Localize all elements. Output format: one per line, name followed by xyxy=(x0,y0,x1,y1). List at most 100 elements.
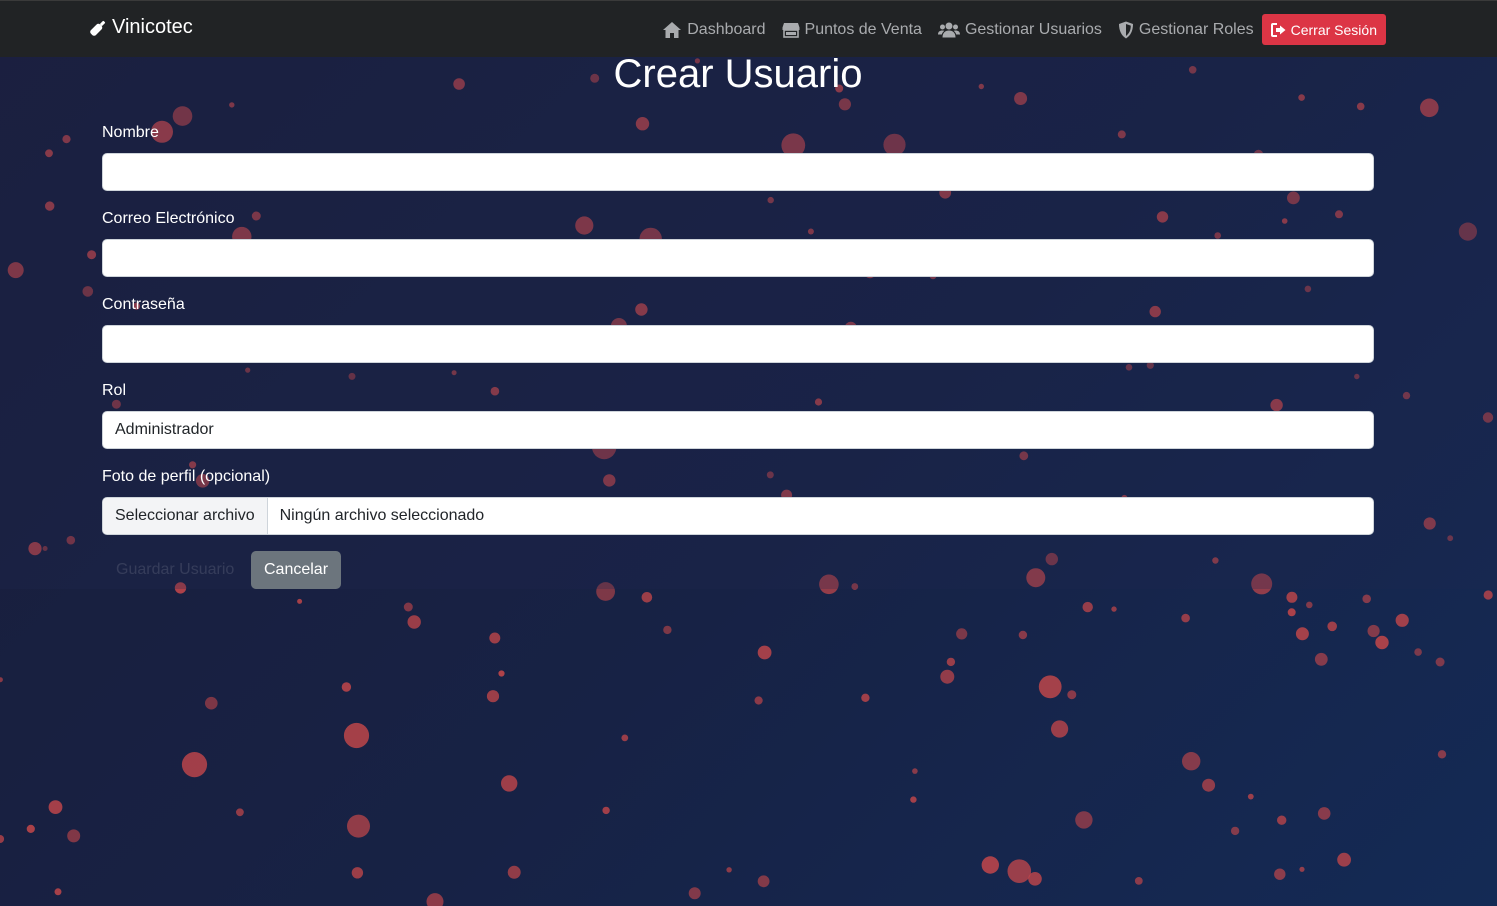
sign-out-icon xyxy=(1270,22,1286,37)
brand-name: Vinicotec xyxy=(112,16,193,38)
particle xyxy=(663,625,672,635)
wine-bottle-icon xyxy=(90,20,106,36)
particle xyxy=(1181,613,1190,623)
particle xyxy=(1075,811,1093,829)
save-user-button[interactable]: Guardar Usuario xyxy=(102,551,248,589)
particle xyxy=(1274,868,1286,880)
contrasena-input[interactable] xyxy=(102,325,1374,363)
users-icon xyxy=(937,22,960,37)
nav-dashboard-label: Dashboard xyxy=(687,20,766,38)
particle xyxy=(602,806,610,815)
particle xyxy=(297,598,303,604)
particle xyxy=(1306,601,1313,609)
particle xyxy=(343,722,370,749)
particle xyxy=(1028,872,1042,886)
particle xyxy=(1111,606,1117,612)
particle xyxy=(757,645,772,660)
particle xyxy=(1134,877,1143,885)
particle xyxy=(181,752,208,778)
rol-selected-value: Administrador xyxy=(115,421,214,438)
nav-gestionar-roles[interactable]: Gestionar Roles xyxy=(1118,15,1254,45)
shield-icon xyxy=(1118,21,1133,38)
nav-dashboard[interactable]: Dashboard xyxy=(662,15,766,45)
particle xyxy=(1082,601,1093,613)
particle xyxy=(507,865,521,879)
particle xyxy=(236,808,244,817)
particle xyxy=(351,867,364,879)
nombre-label: Nombre xyxy=(102,124,159,141)
particle xyxy=(1286,591,1298,603)
particle xyxy=(641,592,653,603)
logout-button[interactable]: Cerrar Sesión xyxy=(1261,14,1386,45)
particle xyxy=(910,796,917,803)
nav-usuarios-label: Gestionar Usuarios xyxy=(964,20,1102,38)
foto-file-input[interactable]: Seleccionar archivo Ningún archivo selec… xyxy=(102,497,1374,535)
file-status: Ningún archivo seleccionado xyxy=(279,507,485,524)
particle xyxy=(861,693,870,702)
particle xyxy=(1435,657,1445,667)
rol-label: Rol xyxy=(102,382,127,399)
particle xyxy=(1247,793,1254,800)
particle xyxy=(1051,720,1069,738)
particle xyxy=(486,690,500,703)
particle xyxy=(347,814,370,838)
particle xyxy=(1295,627,1309,641)
particle xyxy=(1202,778,1216,792)
particle xyxy=(0,835,5,843)
particle xyxy=(0,677,3,683)
choose-file-button[interactable]: Seleccionar archivo xyxy=(103,498,268,534)
foto-label: Foto de perfil (opcional) xyxy=(102,468,271,485)
nav-gestionar-usuarios[interactable]: Gestionar Usuarios xyxy=(937,15,1102,45)
contrasena-label: Contraseña xyxy=(102,296,185,313)
particle xyxy=(1277,815,1287,825)
rol-select[interactable]: Administrador xyxy=(102,411,1374,449)
particle xyxy=(912,768,918,774)
particle xyxy=(981,856,999,874)
page-title: Crear Usuario xyxy=(613,52,863,96)
brand-link[interactable]: Vinicotec xyxy=(89,16,193,39)
nombre-input[interactable] xyxy=(102,153,1374,191)
nav-puntos-de-venta[interactable]: Puntos de Venta xyxy=(782,15,922,45)
particle xyxy=(498,670,505,677)
nav-roles-label: Gestionar Roles xyxy=(1138,20,1254,38)
correo-input[interactable] xyxy=(102,239,1374,277)
particle xyxy=(26,824,35,834)
particle xyxy=(489,632,501,644)
particle xyxy=(1395,613,1409,627)
particle xyxy=(1018,630,1028,640)
particle xyxy=(1287,608,1296,617)
particle xyxy=(726,867,732,873)
particle xyxy=(1483,590,1493,600)
particle xyxy=(946,657,956,667)
particle xyxy=(1007,859,1032,883)
home-icon xyxy=(663,21,682,38)
correo-label: Correo Electrónico xyxy=(102,210,235,227)
particle xyxy=(205,696,218,710)
particle xyxy=(1299,866,1305,872)
nav-puntos-label: Puntos de Venta xyxy=(804,20,922,38)
navbar: Vinicotec Dashboard Puntos de Venta Gest… xyxy=(0,0,1497,57)
particle xyxy=(1038,675,1062,699)
particle xyxy=(48,800,63,814)
particle xyxy=(1414,648,1422,656)
particle xyxy=(1437,750,1447,759)
particle xyxy=(688,887,701,900)
particle xyxy=(1317,807,1331,820)
particle xyxy=(426,893,444,906)
particle xyxy=(1337,852,1351,867)
particle xyxy=(54,888,62,896)
particle xyxy=(940,669,955,684)
particle xyxy=(1362,594,1371,604)
particle xyxy=(757,875,770,888)
particle xyxy=(403,602,413,612)
logout-label: Cerrar Sesión xyxy=(1290,21,1377,38)
particle xyxy=(1067,690,1077,700)
particle xyxy=(67,829,81,843)
particle xyxy=(621,734,629,742)
particle xyxy=(407,615,421,629)
particle xyxy=(1375,635,1389,650)
particle xyxy=(501,775,518,792)
cancel-button[interactable]: Cancelar xyxy=(251,551,342,589)
particle xyxy=(754,696,763,705)
particle xyxy=(341,682,352,692)
